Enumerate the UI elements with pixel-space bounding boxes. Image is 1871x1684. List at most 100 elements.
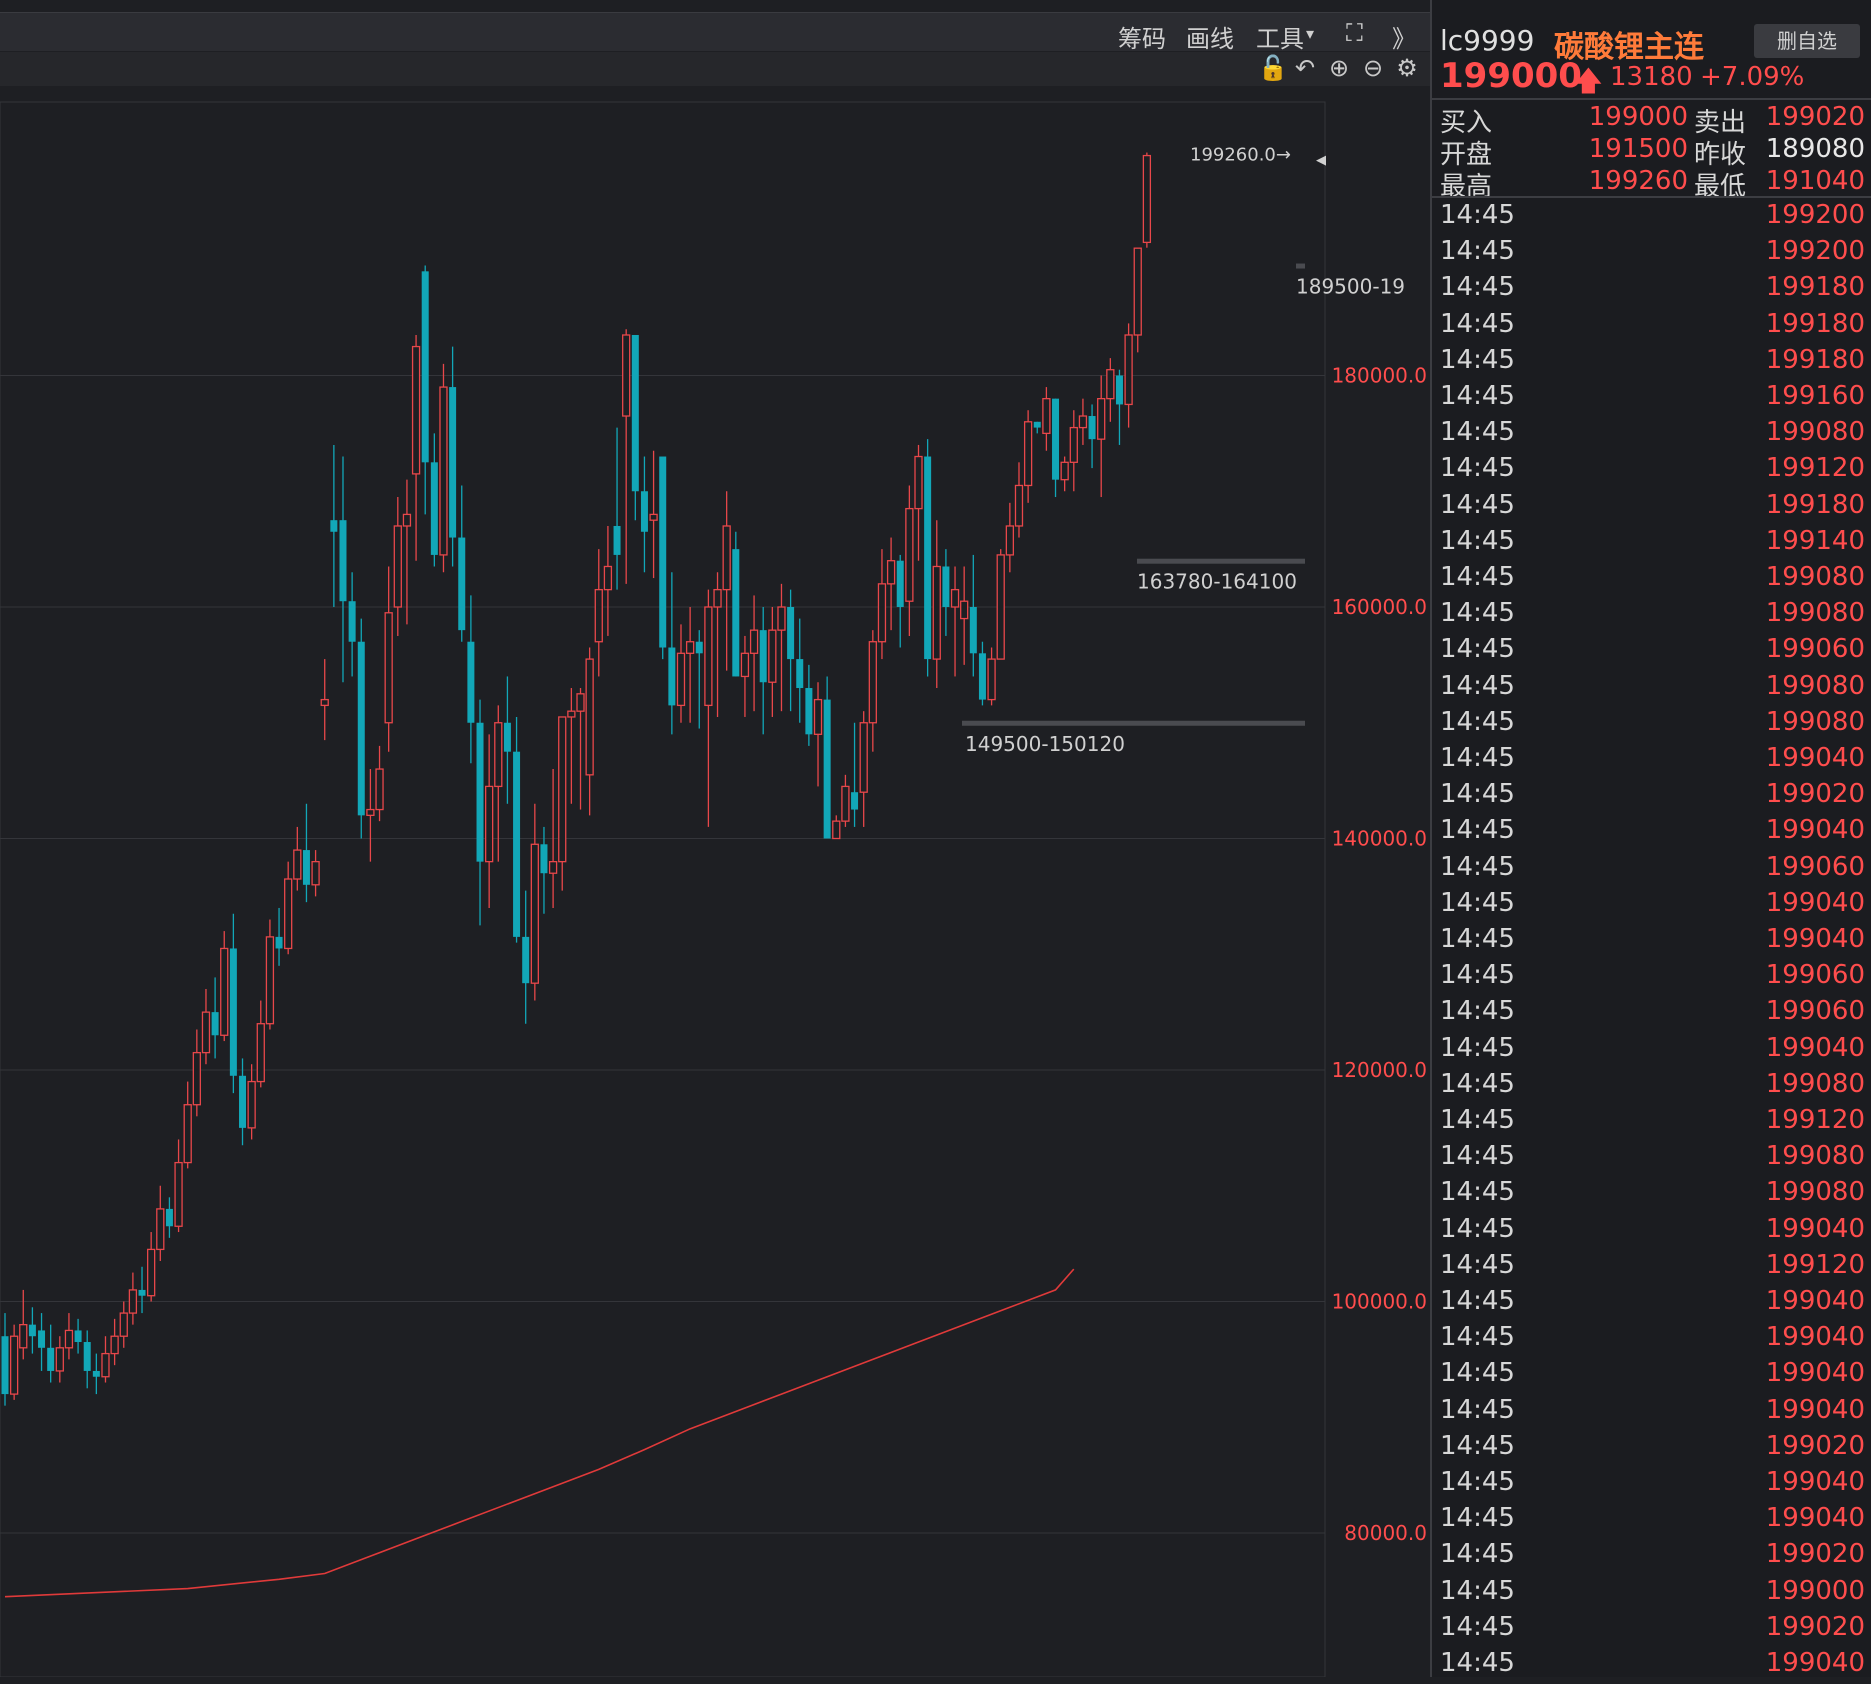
candle[interactable] <box>713 572 722 717</box>
candle[interactable] <box>996 549 1005 660</box>
candle[interactable] <box>813 682 823 787</box>
candle[interactable] <box>256 1000 265 1088</box>
candle[interactable] <box>896 554 904 648</box>
candle[interactable] <box>640 456 648 573</box>
candle[interactable] <box>567 688 576 804</box>
candle[interactable] <box>868 630 877 752</box>
candle[interactable] <box>969 554 977 677</box>
candle[interactable] <box>402 479 412 625</box>
candle[interactable] <box>594 549 603 677</box>
candle[interactable] <box>668 572 676 735</box>
candle[interactable] <box>530 803 539 1001</box>
candle[interactable] <box>293 826 302 891</box>
candle[interactable] <box>192 1029 201 1117</box>
chips-button[interactable]: 筹码 <box>1118 19 1166 54</box>
candle[interactable] <box>851 722 859 827</box>
candle[interactable] <box>229 913 237 1094</box>
candle[interactable] <box>449 346 457 567</box>
candle[interactable] <box>1014 462 1024 538</box>
candle[interactable] <box>704 589 713 827</box>
candle[interactable] <box>768 607 777 717</box>
candle[interactable] <box>924 439 932 677</box>
candle[interactable] <box>330 444 338 607</box>
candle[interactable] <box>9 1324 19 1400</box>
candle[interactable] <box>841 774 850 827</box>
candle[interactable] <box>384 566 393 752</box>
candle[interactable] <box>1078 398 1088 445</box>
candle[interactable] <box>540 826 548 914</box>
candle[interactable] <box>311 850 320 897</box>
candle[interactable] <box>1069 410 1078 492</box>
tools-button[interactable]: 工具 <box>1256 19 1304 54</box>
candle[interactable] <box>430 433 438 567</box>
candle[interactable] <box>695 630 703 729</box>
candle[interactable] <box>320 659 329 741</box>
candle[interactable] <box>183 1081 192 1169</box>
lock-icon[interactable]: 🔓 <box>1258 55 1288 81</box>
candle[interactable] <box>47 1324 55 1383</box>
candle[interactable] <box>1124 323 1133 428</box>
candle[interactable] <box>503 676 511 804</box>
candle[interactable] <box>284 861 293 955</box>
candle[interactable] <box>74 1318 82 1354</box>
candle[interactable] <box>585 647 594 816</box>
zone-line[interactable] <box>1137 558 1305 564</box>
candle[interactable] <box>1142 152 1152 248</box>
candle[interactable] <box>265 919 275 1030</box>
candle[interactable] <box>787 589 795 712</box>
candle[interactable] <box>1033 421 1041 434</box>
candle[interactable] <box>485 734 494 908</box>
remove-watchlist-button[interactable]: 删自选 <box>1754 24 1860 58</box>
candle[interactable] <box>942 549 950 636</box>
zoom-in-icon[interactable]: ⊕ <box>1326 55 1352 81</box>
candle[interactable] <box>339 456 347 683</box>
candle[interactable] <box>101 1336 110 1383</box>
candle[interactable] <box>676 624 686 723</box>
candle[interactable] <box>1133 247 1142 353</box>
candle[interactable] <box>914 444 923 561</box>
candle[interactable] <box>796 618 804 723</box>
candle[interactable] <box>1005 502 1014 573</box>
candle[interactable] <box>649 450 658 579</box>
candle[interactable] <box>886 537 896 631</box>
candle[interactable] <box>622 329 631 584</box>
candle[interactable] <box>558 716 567 891</box>
candle[interactable] <box>375 745 384 822</box>
candle[interactable] <box>275 907 283 966</box>
candle[interactable] <box>905 485 914 636</box>
candle[interactable] <box>950 566 960 677</box>
zoom-out-icon[interactable]: ⊖ <box>1360 55 1386 81</box>
candle[interactable] <box>1097 375 1106 498</box>
candle[interactable] <box>740 635 750 717</box>
candle[interactable] <box>64 1313 74 1360</box>
candle[interactable] <box>1052 398 1060 498</box>
candle[interactable] <box>513 716 521 943</box>
candle[interactable] <box>138 1266 146 1314</box>
chart-area[interactable]: 180000.0 160000.0 140000.0 120000.0 100000.0… <box>0 0 1430 1677</box>
candle[interactable] <box>613 427 621 590</box>
candle[interactable] <box>55 1336 64 1383</box>
candle[interactable] <box>366 769 375 862</box>
candle[interactable] <box>749 595 759 712</box>
candle[interactable] <box>932 520 941 689</box>
candle[interactable] <box>357 618 365 839</box>
candle[interactable] <box>302 803 310 903</box>
candle[interactable] <box>439 363 448 573</box>
candlestick-chart[interactable]: 180000.0 160000.0 140000.0 120000.0 100000.0… <box>0 0 1430 1677</box>
candle[interactable] <box>987 647 996 706</box>
candle[interactable] <box>458 485 466 642</box>
candle[interactable] <box>960 566 969 665</box>
zone-line[interactable] <box>962 720 1305 726</box>
candle[interactable] <box>1088 404 1096 469</box>
candle[interactable] <box>19 1289 28 1360</box>
candle[interactable] <box>522 890 530 1024</box>
candle[interactable] <box>348 572 356 677</box>
zone-line[interactable] <box>1296 263 1305 269</box>
candle[interactable] <box>83 1330 91 1389</box>
candle[interactable] <box>411 334 421 561</box>
tools-dropdown-icon[interactable]: ▾ <box>1306 24 1314 43</box>
candle[interactable] <box>1115 369 1123 445</box>
candle[interactable] <box>174 1139 183 1233</box>
undo-icon[interactable]: ↶ <box>1292 55 1318 81</box>
candle[interactable] <box>119 1301 128 1348</box>
